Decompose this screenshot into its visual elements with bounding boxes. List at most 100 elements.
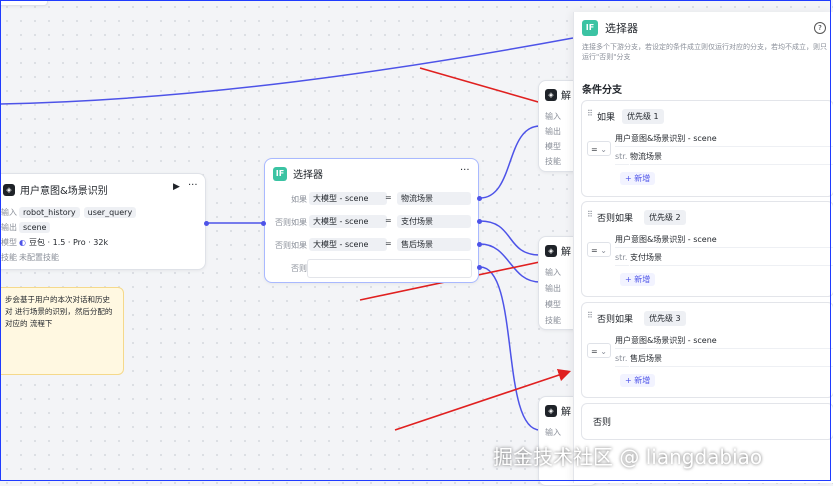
skill-label: 技能	[1, 253, 17, 262]
condition-value[interactable]: 物流场景	[630, 149, 833, 165]
robot-icon: ◈	[545, 244, 557, 257]
run-icon[interactable]: ▶	[173, 182, 180, 192]
branch-card-3[interactable]: ⠿ 否则如果 优先级 3 = ⌄ 用户意图&场景识别 - scene str. …	[581, 302, 833, 398]
selector-config-panel: IF 选择器 ? 连接多个下游分支，若设定的条件成立则仅运行对应的分支，若均不成…	[573, 12, 833, 483]
selector-elseif-port-1[interactable]	[477, 219, 482, 224]
robot-icon: ◈	[3, 183, 15, 196]
drag-handle-icon[interactable]: ⠿	[587, 311, 593, 320]
model-label: 模型	[1, 238, 17, 247]
panel-title: 选择器	[605, 22, 638, 35]
branch-card-1[interactable]: ⠿ 如果 优先级 1 = ⌄ 用户意图&场景识别 - scene str. 物流…	[581, 100, 833, 197]
node-row-label: 输出	[545, 284, 561, 293]
type-label: str.	[615, 351, 629, 367]
condition-variable[interactable]: 用户意图&场景识别 - scene	[615, 333, 833, 349]
type-label: str.	[615, 149, 629, 165]
output-label: 输出	[1, 223, 17, 232]
chevron-down-icon: ⌄	[600, 246, 607, 255]
if-icon: IF	[582, 20, 598, 36]
else-label: 否则	[593, 418, 612, 428]
selector-row-left: 大模型 - scene	[309, 192, 387, 205]
node-row-label: 模型	[545, 142, 561, 151]
note-text: 步会基于用户的本次对话和历史对 进行场景的识别，然后分配的对应的 流程下	[5, 295, 113, 328]
chevron-down-icon: ⌄	[600, 145, 607, 154]
selector-row-op: =	[385, 193, 392, 202]
selector-row-right: 物流场景	[397, 192, 471, 205]
robot-icon: ◈	[545, 88, 557, 101]
priority-badge: 优先级 3	[644, 311, 686, 326]
selector-row-right: 支付场景	[397, 215, 471, 228]
drag-handle-icon[interactable]: ⠿	[587, 210, 593, 219]
watermark: 掘金技术社区 @ liangdabiao	[493, 445, 763, 469]
note-card[interactable]: 步会基于用户的本次对话和历史对 进行场景的识别，然后分配的对应的 流程下	[0, 287, 124, 375]
priority-badge: 优先级 1	[622, 109, 664, 124]
wire-top-long	[0, 37, 574, 105]
selector-row-label: 否则	[291, 264, 307, 273]
wire-if-branch	[479, 125, 541, 199]
node-row-label: 输出	[545, 127, 561, 136]
help-icon[interactable]: ?	[814, 22, 826, 34]
selector-row-left: 大模型 - scene	[309, 238, 387, 251]
output-tag: scene	[19, 222, 51, 233]
selector-else-box	[307, 259, 472, 278]
intent-output-port[interactable]	[204, 221, 209, 226]
offscreen-node-top[interactable]	[0, 0, 48, 6]
node-title: 解	[561, 407, 571, 418]
wire-else	[479, 266, 541, 431]
selector-else-port[interactable]	[477, 265, 482, 270]
drag-handle-icon[interactable]: ⠿	[587, 109, 593, 118]
intent-node-title: 用户意图&场景识别	[20, 186, 108, 197]
add-condition-button[interactable]: + 新增	[620, 374, 656, 387]
operator-select[interactable]: = ⌄	[587, 141, 611, 156]
priority-badge: 优先级 2	[644, 210, 686, 225]
node-row-label: 输入	[545, 428, 561, 437]
selector-row-left: 大模型 - scene	[309, 215, 387, 228]
selector-input-port[interactable]	[261, 221, 266, 226]
branch-card-2[interactable]: ⠿ 否则如果 优先级 2 = ⌄ 用户意图&场景识别 - scene str. …	[581, 201, 833, 297]
operator-select[interactable]: = ⌄	[587, 343, 611, 358]
add-condition-button[interactable]: + 新增	[620, 172, 656, 185]
node-row-label: 模型	[545, 300, 561, 309]
operator-select[interactable]: = ⌄	[587, 242, 611, 257]
more-icon[interactable]: ···	[460, 165, 470, 176]
section-title: 条件分支	[582, 85, 622, 96]
robot-icon: ◈	[545, 404, 557, 417]
selector-node[interactable]: IF 选择器 ··· 如果 大模型 - scene = 物流场景 否则如果 大模…	[264, 158, 479, 283]
node-row-label: 输入	[545, 268, 561, 277]
node-row-label: 技能	[545, 316, 561, 325]
selector-row-op: =	[385, 239, 392, 248]
chevron-down-icon: ⌄	[600, 347, 607, 356]
selector-elseif-port-2[interactable]	[477, 242, 482, 247]
selector-row-label: 否则如果	[275, 218, 307, 227]
if-icon: IF	[273, 166, 287, 181]
node-title: 解	[561, 91, 571, 102]
condition-variable[interactable]: 用户意图&场景识别 - scene	[615, 131, 833, 147]
branch-label: 如果	[597, 113, 616, 123]
model-icon: ◐	[19, 238, 26, 247]
input-tag-2: user_query	[83, 207, 137, 218]
selector-row-op: =	[385, 216, 392, 225]
branch-label: 否则如果	[597, 214, 634, 224]
input-label: 输入	[1, 208, 17, 217]
model-value: 豆包 · 1.5 · Pro · 32k	[28, 238, 109, 247]
input-tag-1: robot_history	[19, 207, 80, 218]
condition-value[interactable]: 支付场景	[630, 250, 833, 266]
selector-row-label: 如果	[291, 195, 307, 204]
selector-node-title: 选择器	[293, 170, 323, 181]
intent-node[interactable]: ◈ 用户意图&场景识别 ▶ ··· 输入 robot_history user_…	[0, 173, 206, 270]
more-icon[interactable]: ···	[188, 180, 198, 191]
panel-description: 连接多个下游分支，若设定的条件成立则仅运行对应的分支，若均不成立，则只运行"否则…	[582, 43, 827, 61]
wire-elseif-2	[479, 243, 541, 283]
add-condition-button[interactable]: + 新增	[620, 273, 656, 286]
node-title: 解	[561, 247, 571, 258]
condition-value[interactable]: 售后场景	[630, 351, 833, 367]
wire-elseif-1	[479, 220, 541, 256]
type-label: str.	[615, 250, 629, 266]
branch-label: 否则如果	[597, 315, 634, 325]
skill-value: 未配置技能	[19, 253, 59, 262]
selector-row-label: 否则如果	[275, 241, 307, 250]
selector-if-port[interactable]	[477, 196, 482, 201]
else-branch-card[interactable]: 否则	[581, 403, 833, 440]
condition-variable[interactable]: 用户意图&场景识别 - scene	[615, 232, 833, 248]
node-row-label: 技能	[545, 157, 561, 166]
node-row-label: 输入	[545, 112, 561, 121]
